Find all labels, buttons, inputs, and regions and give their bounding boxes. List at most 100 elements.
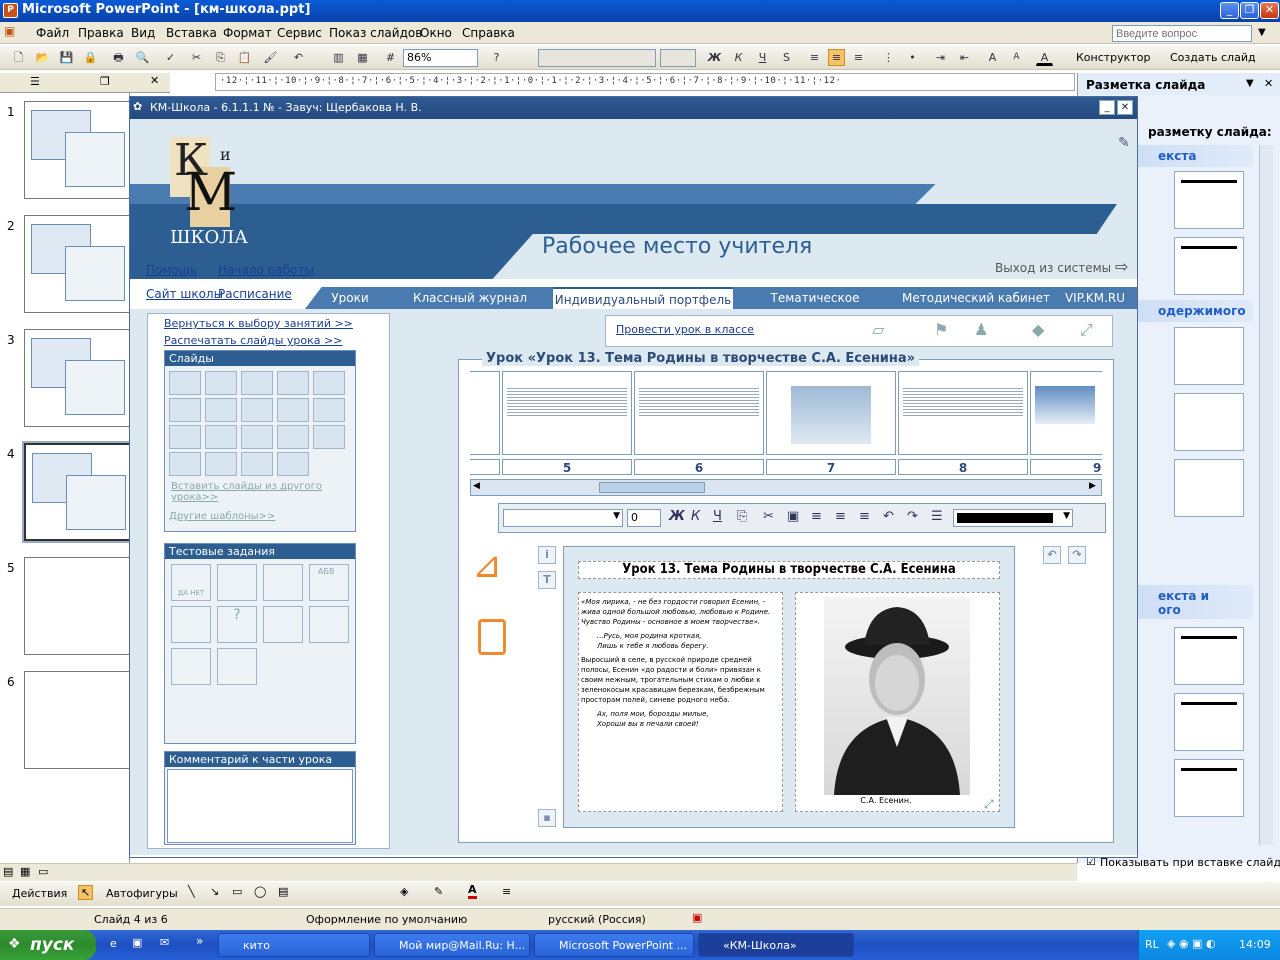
print-icon[interactable]: 🖶 <box>110 49 127 66</box>
slide-thumbnail-3[interactable] <box>24 329 132 427</box>
test-numbered[interactable] <box>217 564 257 601</box>
desktop-icon[interactable]: ▣ <box>132 936 142 949</box>
slide-template[interactable] <box>169 425 201 449</box>
sorter-view-icon[interactable]: ▦ <box>20 865 30 878</box>
chart-icon[interactable]: ▥ <box>330 49 347 66</box>
insert-other-link[interactable]: Вставить слайды из другого урока>> <box>171 481 341 503</box>
layout-text-content-1[interactable] <box>1174 627 1244 685</box>
slide-template[interactable] <box>205 398 237 422</box>
slide-template[interactable] <box>241 398 273 422</box>
align-left-icon[interactable]: ≡ <box>811 509 822 524</box>
menu-view[interactable]: Вид <box>131 26 155 40</box>
edit-pencil-icon[interactable]: ✎ <box>1118 135 1130 151</box>
eraser-icon[interactable]: ◆ <box>1032 320 1044 339</box>
layout-text-content-3[interactable] <box>1174 759 1244 817</box>
schedule-link[interactable]: Расписание <box>218 287 292 301</box>
menu-tools[interactable]: Сервис <box>277 26 322 40</box>
oval-icon[interactable]: ◯ <box>254 885 266 898</box>
open-icon[interactable]: 📂 <box>34 49 51 66</box>
tab-journal[interactable]: Классный журнал <box>395 287 545 309</box>
preview-icon[interactable]: 🔍 <box>134 49 151 66</box>
tab-portfolio[interactable]: Индивидуальный портфель <box>553 287 733 309</box>
slide-template[interactable] <box>313 425 345 449</box>
table-icon[interactable]: ▦ <box>354 49 371 66</box>
task-pane-scrollbar[interactable] <box>1259 145 1273 845</box>
new-icon[interactable]: 🗋 <box>10 49 27 66</box>
paste-icon[interactable]: ▣ <box>787 509 799 524</box>
task-mail[interactable]: Мой мир@Mail.Ru: Н... <box>374 933 530 957</box>
rectangle-icon[interactable]: ▭ <box>232 885 242 898</box>
test-keyboard[interactable] <box>217 648 257 685</box>
scroll-left-icon[interactable]: ◀ <box>473 481 480 491</box>
numbering-icon[interactable]: ⋮ <box>880 49 897 66</box>
save-icon[interactable]: 💾 <box>58 49 75 66</box>
info-icon[interactable]: i <box>538 546 556 564</box>
font-family-select[interactable]: ▼ <box>503 509 623 527</box>
book-icon[interactable]: ▱ <box>872 320 884 339</box>
slide-template[interactable] <box>277 452 309 476</box>
copy-icon[interactable]: ⎘ <box>737 509 747 524</box>
help-link[interactable]: Помощь <box>146 263 197 277</box>
slide-template[interactable] <box>241 452 273 476</box>
slide-template[interactable] <box>169 398 201 422</box>
align-right-icon[interactable]: ≡ <box>859 509 870 524</box>
designer-button[interactable]: Конструктор <box>1076 51 1150 64</box>
align-center-icon[interactable]: ≡ <box>835 509 846 524</box>
underline-icon[interactable]: Ч <box>713 509 722 524</box>
task-kito[interactable]: кито <box>218 933 370 957</box>
start-button[interactable]: ❖ пуск <box>0 930 96 960</box>
line-style-icon[interactable]: ≡ <box>502 885 511 898</box>
permission-icon[interactable]: 🔒 <box>82 49 99 66</box>
strip-slide[interactable] <box>470 371 500 455</box>
slide-template[interactable] <box>169 452 201 476</box>
slide-template[interactable] <box>169 371 201 395</box>
shadow-icon[interactable]: S <box>778 49 795 66</box>
keyboard-layout[interactable]: RL <box>1145 938 1159 951</box>
outline-tab[interactable]: ☰ <box>30 75 40 88</box>
task-powerpoint[interactable]: Microsoft PowerPoint ... <box>534 933 694 957</box>
layout-content-4b[interactable] <box>1174 459 1244 517</box>
tab-vip[interactable]: VIP.KM.RU <box>1057 287 1133 309</box>
line-color-icon[interactable]: ✎ <box>434 885 443 898</box>
slide-text[interactable]: «Моя лирика, - не без гордости говорил Е… <box>578 592 783 812</box>
slide-template[interactable] <box>205 452 237 476</box>
paste-icon[interactable]: 📋 <box>236 49 253 66</box>
test-write[interactable] <box>171 648 211 685</box>
menu-window[interactable]: Окно <box>420 26 452 40</box>
tab-lessons[interactable]: Уроки <box>315 287 385 309</box>
test-yes-no[interactable]: ДА НЕТ <box>171 564 211 601</box>
map-icon[interactable]: ⚑ <box>934 320 948 339</box>
align-left-icon[interactable]: ≡ <box>806 49 823 66</box>
increase-indent-icon[interactable]: ⇥ <box>932 49 949 66</box>
test-matching[interactable] <box>171 606 211 643</box>
textbox-icon[interactable]: ▤ <box>278 885 288 898</box>
tab-planning[interactable]: Тематическое планирование <box>735 287 895 319</box>
strip-slide[interactable] <box>766 371 896 455</box>
strip-slide[interactable] <box>898 371 1028 455</box>
test-question[interactable]: ? <box>217 606 257 643</box>
layout-content-4[interactable] <box>1174 393 1244 451</box>
cut-icon[interactable]: ✂ <box>763 509 774 524</box>
font-size-down-icon[interactable]: A <box>1008 49 1025 66</box>
home-link[interactable]: Начало работы <box>218 263 314 277</box>
font-color-draw-icon[interactable]: A <box>468 883 477 899</box>
copy-icon[interactable]: ⎘ <box>212 49 229 66</box>
actions-menu[interactable]: Действия <box>12 887 67 900</box>
slide-template[interactable] <box>205 425 237 449</box>
align-right-icon[interactable]: ≡ <box>850 49 867 66</box>
tab-methodical[interactable]: Методический кабинет <box>901 287 1051 309</box>
conduct-lesson-link[interactable]: Провести урок в классе <box>616 323 754 336</box>
slide-photo[interactable]: С.А. Есенин. ⤢ <box>795 592 1000 812</box>
zoom-select[interactable]: 86% <box>403 49 478 67</box>
presentation-icon[interactable]: ⊿ <box>472 545 510 597</box>
strip-scrollbar[interactable]: ◀ ▶ <box>470 479 1102 496</box>
undo-icon[interactable]: ↶ <box>883 509 894 524</box>
color-select[interactable]: ▼ <box>953 509 1073 527</box>
test-checklist[interactable] <box>263 564 303 601</box>
people-icon[interactable]: ♟ <box>974 320 988 339</box>
slide-thumbnail-6[interactable] <box>24 671 132 769</box>
autoshapes-menu[interactable]: Автофигуры <box>106 887 178 900</box>
slide-template[interactable] <box>205 371 237 395</box>
menu-help[interactable]: Справка <box>462 26 515 40</box>
save-icon[interactable]: ▪ <box>538 809 556 827</box>
